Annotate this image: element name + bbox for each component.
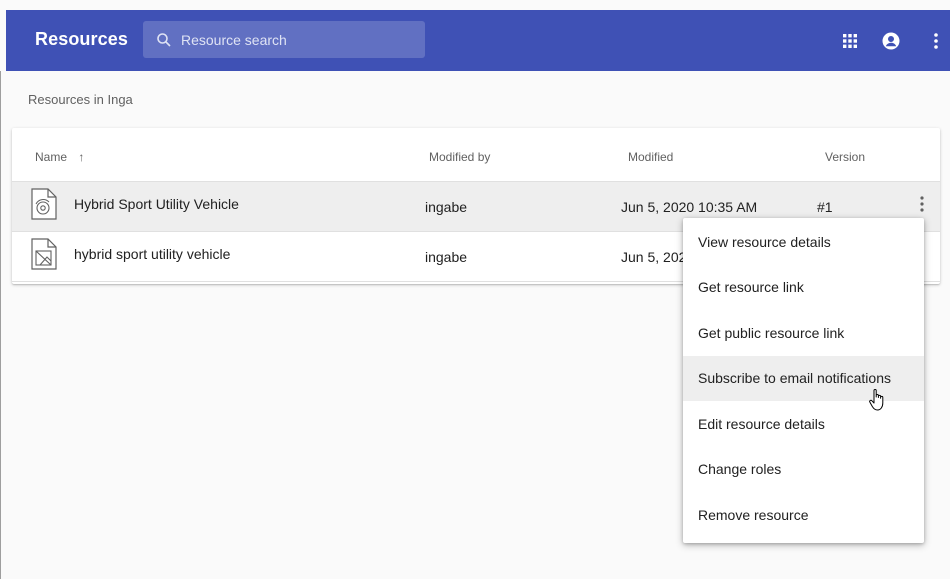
resource-name[interactable]: Hybrid Sport Utility Vehicle bbox=[74, 196, 239, 212]
modified-by: ingabe bbox=[425, 199, 468, 215]
menu-item-view-details[interactable]: View resource details bbox=[683, 219, 924, 265]
modified-by: ingabe bbox=[425, 249, 468, 265]
menu-item-get-link[interactable]: Get resource link bbox=[683, 265, 924, 311]
menu-item-change-roles[interactable]: Change roles bbox=[683, 447, 924, 493]
column-label-name: Name bbox=[35, 150, 68, 164]
menu-item-get-public-link[interactable]: Get public resource link bbox=[683, 310, 924, 356]
modified-date: Jun 5, 2020 10:35 AM bbox=[621, 199, 758, 215]
sort-ascending-icon: ↑ bbox=[78, 150, 85, 164]
search-icon bbox=[157, 32, 171, 47]
modified-date: Jun 5, 202 bbox=[621, 249, 687, 265]
column-header-modified-by[interactable]: Modified by bbox=[429, 150, 490, 164]
search-input[interactable] bbox=[181, 31, 401, 48]
menu-item-subscribe-notifications[interactable]: Subscribe to email notifications bbox=[683, 355, 924, 401]
menu-item-edit-details[interactable]: Edit resource details bbox=[683, 401, 924, 447]
row-more-vert-icon[interactable] bbox=[920, 196, 926, 216]
account-circle-icon[interactable] bbox=[882, 32, 900, 50]
search-box[interactable] bbox=[143, 21, 425, 58]
more-vert-icon[interactable] bbox=[927, 32, 945, 50]
column-header-name[interactable]: Name ↑ bbox=[35, 150, 84, 164]
column-header-version[interactable]: Version bbox=[825, 150, 865, 164]
app-title: Resources bbox=[35, 29, 128, 49]
model-3d-file-icon bbox=[31, 188, 57, 220]
resource-name[interactable]: hybrid sport utility vehicle bbox=[74, 246, 230, 262]
apps-grid-icon[interactable] bbox=[841, 32, 859, 50]
resource-context-menu: View resource details Get resource link … bbox=[683, 218, 924, 543]
app-bar: Resources bbox=[6, 10, 950, 71]
breadcrumb: Resources in Inga bbox=[28, 92, 133, 107]
menu-item-remove-resource[interactable]: Remove resource bbox=[683, 492, 924, 538]
table-header: Name ↑ Modified by Modified Version bbox=[12, 128, 940, 182]
column-header-modified[interactable]: Modified bbox=[628, 150, 673, 164]
image-file-icon bbox=[31, 238, 57, 270]
version: #1 bbox=[817, 199, 833, 215]
left-edge-border bbox=[0, 71, 6, 579]
